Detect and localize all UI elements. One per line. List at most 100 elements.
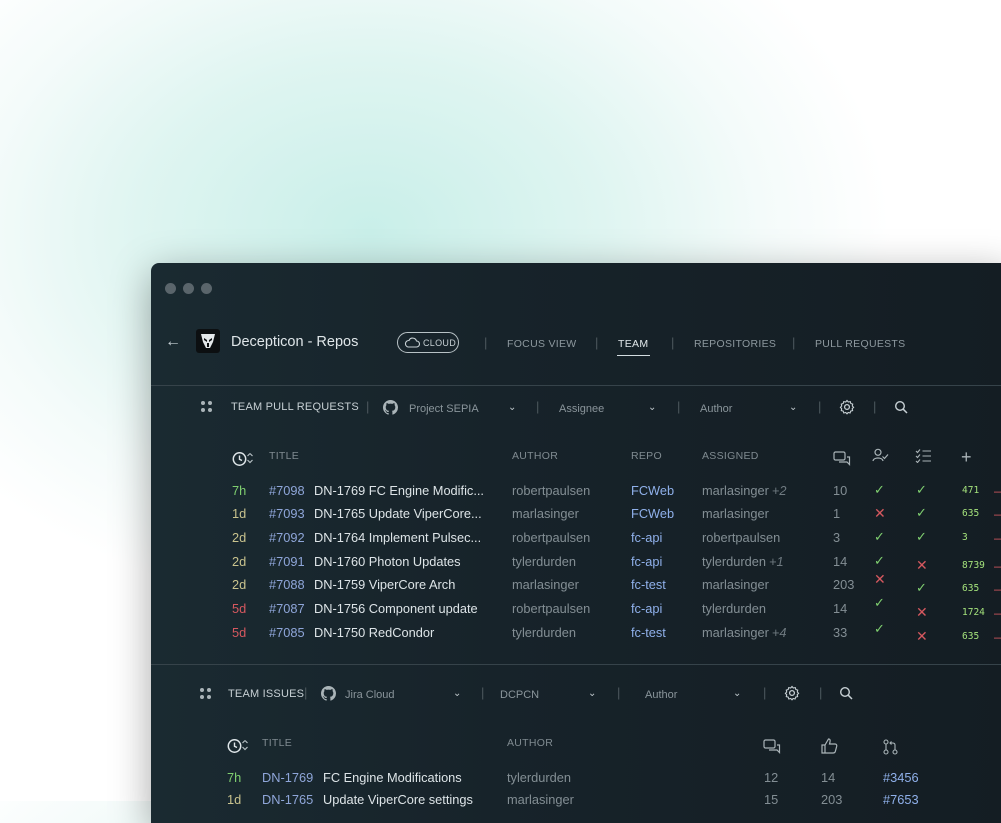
pr-repo-link[interactable]: fc-test	[631, 577, 666, 592]
pr-repo-link[interactable]: fc-api	[631, 554, 662, 569]
app-title: Decepticon - Repos	[231, 334, 359, 350]
author-filter[interactable]: Author	[645, 689, 677, 701]
cloud-badge[interactable]: CLOUD	[397, 332, 459, 353]
chevron-down-icon[interactable]: ⌄	[508, 402, 516, 413]
pr-number-link[interactable]: #7091	[269, 554, 305, 569]
pr-number-link[interactable]: #7087	[269, 601, 305, 616]
pr-author: robertpaulsen	[512, 601, 591, 616]
thumbs-up-icon[interactable]	[821, 738, 838, 759]
tab-team[interactable]: TEAM	[618, 338, 648, 350]
pr-repo-link[interactable]: FCWeb	[631, 506, 674, 521]
pr-removed-indicator: —	[994, 630, 1001, 644]
comments-icon[interactable]	[833, 451, 851, 472]
assignee-extra-count: +4	[771, 625, 787, 640]
pr-removed-indicator: —	[994, 606, 1001, 620]
pr-repo-link[interactable]: FCWeb	[631, 483, 674, 498]
pr-title[interactable]: DN-1756 Component update	[314, 601, 478, 616]
pr-repo-link[interactable]: fc-api	[631, 530, 662, 545]
pr-comment-count: 203	[833, 577, 855, 592]
github-icon	[383, 400, 398, 420]
add-column-icon[interactable]: +	[961, 447, 972, 468]
tab-focus-view[interactable]: FOCUS VIEW	[507, 338, 577, 350]
pr-comment-count: 14	[833, 601, 848, 616]
pull-request-icon[interactable]	[883, 739, 898, 760]
chevron-down-icon[interactable]: ⌄	[733, 688, 741, 699]
reviewer-approved-icon[interactable]	[872, 448, 889, 468]
pr-repo-link[interactable]: fc-test	[631, 625, 666, 640]
pr-title[interactable]: DN-1750 RedCondor	[314, 625, 434, 640]
pr-repo-link[interactable]: fc-api	[631, 601, 662, 616]
col-title[interactable]: TITLE	[269, 450, 299, 462]
issue-age: 7h	[227, 770, 242, 785]
pr-age: 2d	[232, 577, 247, 592]
pr-number-link[interactable]: #7098	[269, 483, 305, 498]
pr-author: marlasinger	[512, 506, 579, 521]
chevron-down-icon[interactable]: ⌄	[588, 688, 596, 699]
col-assigned[interactable]: ASSIGNED	[702, 450, 759, 462]
comments-icon[interactable]	[763, 739, 781, 760]
col-title[interactable]: TITLE	[262, 737, 292, 749]
search-icon[interactable]	[894, 400, 908, 419]
decepticon-logo-icon	[196, 329, 220, 353]
pr-number-link[interactable]: #7093	[269, 506, 305, 521]
pr-title[interactable]: DN-1764 Implement Pulsec...	[314, 530, 481, 545]
issue-title[interactable]: FC Engine Modifications	[323, 770, 462, 785]
pr-title[interactable]: DN-1769 FC Engine Modific...	[314, 483, 484, 498]
pr-line-count: 1724	[962, 607, 985, 618]
issue-pr-link[interactable]: #3456	[883, 770, 919, 785]
col-author[interactable]: AUTHOR	[512, 450, 558, 462]
pr-age: 1d	[232, 506, 247, 521]
pr-removed-indicator: —	[994, 507, 1001, 521]
nav-separator-3: |	[671, 335, 675, 350]
cloud-label: CLOUD	[423, 337, 457, 348]
settings-gear-icon[interactable]	[784, 685, 800, 706]
checklist-icon[interactable]	[915, 448, 932, 468]
assignee-filter[interactable]: Assignee	[559, 403, 604, 415]
source-filter[interactable]: Jira Cloud	[345, 689, 395, 701]
author-filter[interactable]: Author	[700, 403, 732, 415]
tab-pull-requests[interactable]: PULL REQUESTS	[815, 338, 905, 350]
search-icon[interactable]	[839, 686, 853, 705]
pr-number-link[interactable]: #7092	[269, 530, 305, 545]
close-dot[interactable]	[165, 283, 176, 294]
pr-assigned: tylerdurden +1	[702, 554, 784, 569]
col-author[interactable]: AUTHOR	[507, 737, 553, 749]
back-arrow-icon[interactable]: ←	[165, 333, 181, 351]
pr-removed-indicator: —	[994, 484, 1001, 498]
clock-sort-icon[interactable]	[232, 451, 256, 472]
tab-repositories[interactable]: REPOSITORIES	[694, 338, 776, 350]
project-filter[interactable]: Project SEPIA	[409, 403, 479, 415]
issue-pr-link[interactable]: #7653	[883, 792, 919, 807]
issue-key-link[interactable]: DN-1765	[262, 792, 313, 807]
app-window: ← Decepticon - Repos CLOUD | FOCUS VIEW …	[151, 263, 1001, 823]
pr-assigned: marlasinger	[702, 506, 769, 521]
minimize-dot[interactable]	[183, 283, 194, 294]
pr-age: 2d	[232, 530, 247, 545]
pr-number-link[interactable]: #7085	[269, 625, 305, 640]
pr-assigned: marlasinger +4	[702, 625, 786, 640]
rejected-x-icon: ✕	[874, 571, 886, 587]
pr-number-link[interactable]: #7088	[269, 577, 305, 592]
project-filter[interactable]: DCPCN	[500, 689, 539, 701]
col-repo[interactable]: REPO	[631, 450, 662, 462]
issue-key-link[interactable]: DN-1769	[262, 770, 313, 785]
pr-title[interactable]: DN-1765 Update ViperCore...	[314, 506, 482, 521]
header-divider	[151, 385, 1001, 386]
pr-title[interactable]: DN-1759 ViperCore Arch	[314, 577, 455, 592]
chevron-down-icon[interactable]: ⌄	[453, 688, 461, 699]
drag-handle-icon[interactable]	[200, 688, 211, 699]
issue-title[interactable]: Update ViperCore settings	[323, 792, 473, 807]
pr-author: tylerdurden	[512, 554, 577, 569]
clock-sort-icon[interactable]	[227, 738, 251, 759]
pr-title[interactable]: DN-1760 Photon Updates	[314, 554, 461, 569]
settings-gear-icon[interactable]	[839, 399, 855, 420]
maximize-dot[interactable]	[201, 283, 212, 294]
pr-author: tylerdurden	[512, 625, 577, 640]
chevron-down-icon[interactable]: ⌄	[648, 402, 656, 413]
approved-check-icon: ✓	[874, 529, 885, 544]
checks-passed-icon: ✓	[916, 482, 927, 497]
drag-handle-icon[interactable]	[201, 401, 212, 412]
chevron-down-icon[interactable]: ⌄	[789, 402, 797, 413]
pr-age: 2d	[232, 554, 247, 569]
assignee-name: marlasinger	[702, 625, 769, 640]
